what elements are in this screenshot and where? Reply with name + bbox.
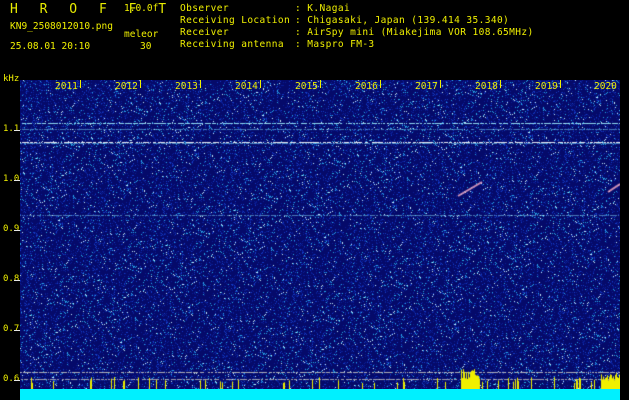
info-label-antenna: Receiving antenna [180, 39, 285, 50]
info-value-observer: : K.Nagai [295, 3, 351, 14]
year-marker [200, 80, 201, 88]
year-marker [320, 80, 321, 88]
year-label-2016: 2016 [355, 81, 378, 92]
year-marker [500, 80, 501, 88]
signal-strength-band [20, 389, 620, 400]
info-value-receiver: : AirSpy mini (Miakejima VOR 108.65MHz) [295, 27, 534, 38]
spectrogram-plot[interactable] [20, 80, 620, 389]
timestamp: 25.08.01 20:10 [10, 41, 91, 52]
year-label-2019: 2019 [535, 81, 558, 92]
year-label-2018: 2018 [475, 81, 498, 92]
year-label-2012: 2012 [115, 81, 138, 92]
year-marker [380, 80, 381, 88]
year-marker [140, 80, 141, 88]
year-marker [560, 80, 561, 88]
year-marker [260, 80, 261, 88]
station-label: meleor [124, 29, 159, 40]
year-marker [80, 80, 81, 88]
info-value-antenna: : Maspro FM-3 [295, 39, 375, 50]
spectrogram-canvas [20, 80, 620, 389]
file-name: KN9_2508012010.png [10, 21, 113, 32]
station-value: 30 [140, 41, 152, 52]
axis-unit: kHz [3, 74, 20, 84]
info-label-location: Receiving Location [180, 15, 291, 26]
info-label-receiver: Receiver [180, 27, 229, 38]
info-label-observer: Observer [180, 3, 229, 14]
program-version: 1.0.0f [124, 3, 159, 14]
year-label-2011: 2011 [55, 81, 78, 92]
year-label-2013: 2013 [175, 81, 198, 92]
spectrogram-window: H R O F F T 1.0.0f KN9_2508012010.png me… [0, 0, 629, 400]
year-label-2015: 2015 [295, 81, 318, 92]
year-label-2014: 2014 [235, 81, 258, 92]
year-label-2020: 2020 [594, 81, 617, 92]
year-marker [440, 80, 441, 88]
year-label-2017: 2017 [415, 81, 438, 92]
info-value-location: : Chigasaki, Japan (139.414 35.340) [295, 15, 510, 26]
